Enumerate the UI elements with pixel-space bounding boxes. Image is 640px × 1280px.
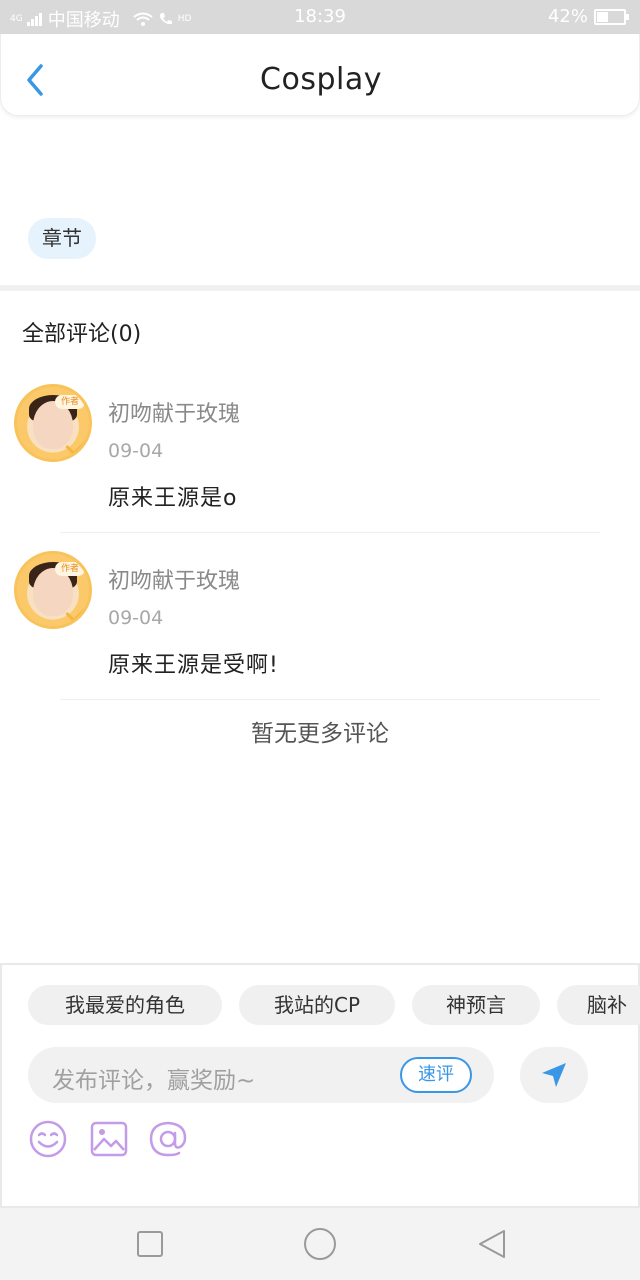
page-title: Cosplay [260,62,382,97]
chip-my-cp[interactable]: 我站的CP [239,985,395,1025]
author-badge: 作者 [55,395,85,409]
battery-fill [597,11,608,22]
status-time: 18:39 [294,6,346,27]
section-divider [0,285,640,291]
status-right: 42% [547,6,629,27]
chip-favorite-character[interactable]: 我最爱的角色 [28,985,222,1025]
comment-divider [60,532,600,533]
emoji-icon[interactable] [28,1119,68,1159]
chapter-tag[interactable]: 章节 [28,218,96,259]
input-placeholder: 发布评论，赢奖励~ [52,1068,256,1094]
comment-date: 09-04 [108,440,164,462]
avatar[interactable]: 作者 [14,384,92,462]
comment-username[interactable]: 初吻献于玫瑰 [108,396,240,428]
circle-icon[interactable] [302,1226,338,1262]
author-badge: 作者 [55,562,85,576]
comment-text[interactable]: 原来王源是o [108,480,237,512]
no-more-comments: 暂无更多评论 [251,721,389,747]
status-bar: 4G 中国移动 HD 18:39 42% [0,0,640,34]
mention-icon[interactable] [148,1119,188,1159]
comments-title: 全部评论(0) [22,322,142,347]
comment-input[interactable]: 发布评论，赢奖励~ 速评 [28,1047,494,1103]
quick-chips: 我最爱的角色 我站的CP 神预言 脑补 [28,985,640,1025]
chip-prophecy[interactable]: 神预言 [412,985,540,1025]
battery-icon [594,8,629,25]
comment-text[interactable]: 原来王源是受啊! [108,647,279,679]
triangle-back-icon[interactable] [474,1226,510,1262]
comment-username[interactable]: 初吻献于玫瑰 [108,563,240,595]
send-icon [542,1063,566,1087]
header: Cosplay [0,34,640,116]
comment-composer: 我最爱的角色 我站的CP 神预言 脑补 发布评论，赢奖励~ 速评 [0,963,640,1208]
image-icon[interactable] [89,1119,129,1159]
quick-review-button[interactable]: 速评 [400,1057,472,1093]
send-button[interactable] [520,1047,588,1103]
avatar[interactable]: 作者 [14,551,92,629]
battery-percent: 42% [547,6,588,27]
comment-divider [60,699,600,700]
system-nav-bar [0,1208,640,1280]
comment-date: 09-04 [108,607,164,629]
square-icon[interactable] [132,1226,168,1262]
chip-imagination[interactable]: 脑补 [557,985,640,1025]
